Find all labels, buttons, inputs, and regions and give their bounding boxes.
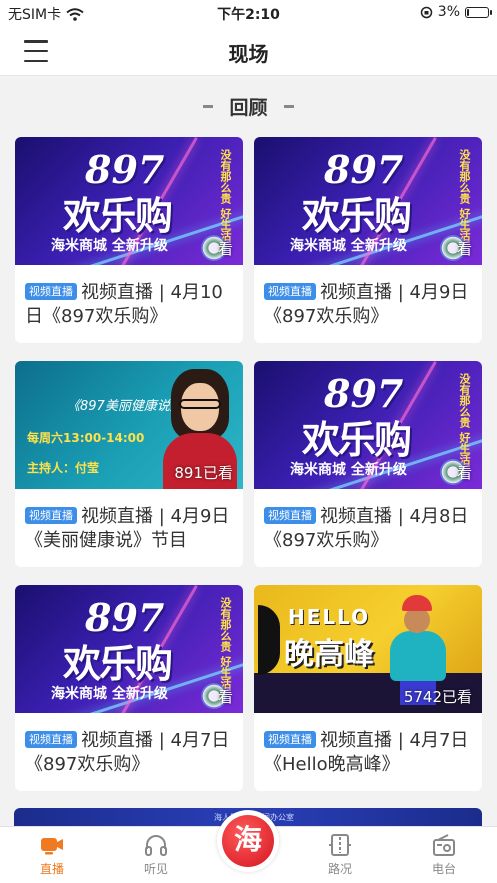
- promo-tagline: 海米商城 全新升级: [290, 238, 407, 254]
- tab-label: 电台: [431, 862, 456, 876]
- view-count: 看: [456, 464, 472, 482]
- card-caption: 视频直播 视频直播 | 4月9日 《美丽健康说》节目: [15, 489, 243, 553]
- page-title: 现场: [228, 42, 269, 66]
- live-tag: 视频直播: [264, 507, 316, 524]
- video-card-5[interactable]: HELLO 晚高峰 5742已看 视频直播 视频直播 | 4月7日《Hello晚高…: [254, 585, 482, 791]
- evening-hello: HELLO: [288, 605, 371, 629]
- video-thumbnail: HELLO 晚高峰 5742已看: [254, 585, 482, 713]
- view-count: 看: [217, 240, 233, 258]
- promo-slogan: 没有那么贵 好生活: [219, 149, 232, 241]
- tab-live[interactable]: 直播: [12, 827, 92, 883]
- promo-tagline: 海米商城 全新升级: [51, 686, 168, 702]
- tab-label: 路况: [327, 862, 352, 876]
- battery-percent: 3%: [437, 4, 460, 20]
- nav-bar: 现场: [0, 26, 497, 76]
- tab-label: 直播: [39, 862, 64, 876]
- divider-right: [283, 104, 294, 108]
- video-thumbnail: 897 欢乐购 没有那么贵 好生活 海米商城 全新升级 看: [15, 585, 243, 713]
- promo-slogan: 没有那么贵 好生活: [219, 597, 232, 689]
- headphones-icon: [145, 835, 167, 856]
- battery-icon: [465, 6, 492, 18]
- traffic-icon: [329, 834, 351, 856]
- card-caption: 视频直播 视频直播 | 4月8日《897欢乐购》: [254, 489, 482, 553]
- divider-left: [203, 104, 214, 108]
- promo-slogan: 没有那么贵 好生活: [458, 373, 471, 465]
- card-caption: 视频直播 视频直播 | 4月9日《897欢乐购》: [254, 265, 482, 329]
- health-show-host: 主持人：付莹: [27, 461, 100, 475]
- live-tag: 视频直播: [25, 731, 77, 748]
- promo-word: 欢乐购: [63, 194, 173, 238]
- video-card-3[interactable]: 897 欢乐购 没有那么贵 好生活 海米商城 全新升级 看 视频直播 视频直播 |…: [254, 361, 482, 567]
- video-card-4[interactable]: 897 欢乐购 没有那么贵 好生活 海米商城 全新升级 看 视频直播 视频直播 |…: [15, 585, 243, 791]
- live-tag: 视频直播: [264, 283, 316, 300]
- video-thumbnail: 897 欢乐购 没有那么贵 好生活 海米商城 全新升级 看: [15, 137, 243, 265]
- view-count: 看: [217, 688, 233, 706]
- tab-traffic[interactable]: 路况: [300, 827, 380, 883]
- video-thumbnail: 《897美丽健康说》 每周六13:00-14:00 主持人：付莹 891已看: [15, 361, 243, 489]
- view-count: 5742已看: [403, 688, 472, 706]
- view-count: 看: [456, 240, 472, 258]
- evening-name: 晚高峰: [284, 637, 374, 672]
- status-right: 3%: [420, 4, 492, 20]
- card-caption: 视频直播 视频直播 | 4月10日《897欢乐购》: [15, 265, 243, 329]
- promo-word: 欢乐购: [63, 642, 173, 686]
- health-show-time: 每周六13:00-14:00: [27, 431, 145, 445]
- tab-radio[interactable]: 电台: [404, 827, 484, 883]
- orientation-lock-icon: [420, 6, 433, 18]
- video-thumbnail: 897 欢乐购 没有那么贵 好生活 海米商城 全新升级 看: [254, 137, 482, 265]
- live-tag: 视频直播: [25, 283, 77, 300]
- live-tag: 视频直播: [264, 731, 316, 748]
- promo-slogan: 没有那么贵 好生活: [458, 149, 471, 241]
- live-tag: 视频直播: [25, 507, 77, 524]
- card-caption: 视频直播 视频直播 | 4月7日《Hello晚高峰》: [254, 713, 482, 777]
- promo-tagline: 海米商城 全新升级: [51, 238, 168, 254]
- section-header: 回顾: [0, 88, 497, 124]
- tab-listen[interactable]: 听见: [116, 827, 196, 883]
- promo-word: 欢乐购: [302, 418, 412, 462]
- video-camera-icon: [41, 838, 63, 855]
- hai-logo-icon: 海: [222, 815, 274, 867]
- promo-word: 欢乐购: [302, 194, 412, 238]
- video-card-2[interactable]: 《897美丽健康说》 每周六13:00-14:00 主持人：付莹 891已看 视…: [15, 361, 243, 567]
- status-bar: 无SIM卡 下午2:10 3%: [0, 0, 497, 26]
- video-thumbnail: 897 欢乐购 没有那么贵 好生活 海米商城 全新升级 看: [254, 361, 482, 489]
- card-caption: 视频直播 视频直播 | 4月7日《897欢乐购》: [15, 713, 243, 777]
- tab-label: 听见: [143, 862, 168, 876]
- video-card-1[interactable]: 897 欢乐购 没有那么贵 好生活 海米商城 全新升级 看 视频直播 视频直播 |…: [254, 137, 482, 343]
- section-title: 回顾: [229, 96, 268, 119]
- radio-icon: [433, 834, 455, 856]
- view-count: 891已看: [174, 464, 233, 482]
- video-card-0[interactable]: 897 欢乐购 没有那么贵 好生活 海米商城 全新升级 看 视频直播 视频直播 |…: [15, 137, 243, 343]
- promo-tagline: 海米商城 全新升级: [290, 462, 407, 478]
- center-home-button[interactable]: 海: [217, 810, 279, 872]
